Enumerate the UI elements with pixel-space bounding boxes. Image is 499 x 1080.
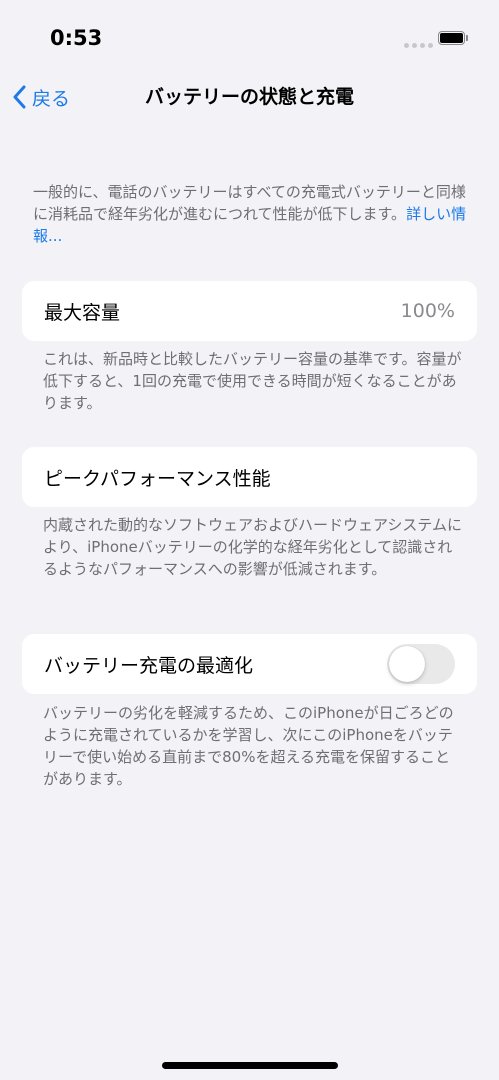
intro-description: 一般的に、電話のバッテリーはすべての充電式バッテリーと同様に消耗品で経年劣化が進… <box>33 183 466 223</box>
toggle-knob <box>389 646 425 682</box>
max-capacity-value: 100% <box>400 300 455 322</box>
page-title: バッテリーの状態と充電 <box>144 86 354 108</box>
home-indicator[interactable] <box>162 1062 338 1069</box>
peak-performance-label: ピークパフォーマンス性能 <box>44 467 271 490</box>
intro-text: 一般的に、電話のバッテリーはすべての充電式バッテリーと同様に消耗品で経年劣化が進… <box>33 181 469 247</box>
peak-performance-footnote: 内蔵された動的なソフトウェアおよびハードウェアシステムにより、iPhoneバッテ… <box>43 516 462 578</box>
status-time: 0:53 <box>50 26 103 50</box>
max-capacity-row: 最大容量 100% <box>22 281 477 341</box>
max-capacity-footnote: これは、新品時と比較したバッテリー容量の基準です。容量が低下すると、1回の充電で… <box>43 350 462 412</box>
cellular-signal-icon <box>404 43 433 48</box>
battery-health-screen: 0:53 戻る バッテリーの状態と充電 一般的に、電話のバッテリーはすべての充電… <box>0 0 499 1080</box>
status-bar: 0:53 <box>0 0 499 70</box>
peak-performance-row: ピークパフォーマンス性能 <box>22 447 477 507</box>
optimized-charging-label: バッテリー充電の最適化 <box>44 654 254 677</box>
optimized-charging-footnote: バッテリーの劣化を軽減するため、このiPhoneが日ごろどのように充電されている… <box>43 704 454 788</box>
optimized-charging-row: バッテリー充電の最適化 <box>22 634 477 694</box>
battery-icon <box>438 31 470 47</box>
optimized-charging-toggle[interactable] <box>387 644 455 684</box>
max-capacity-label: 最大容量 <box>44 301 121 324</box>
